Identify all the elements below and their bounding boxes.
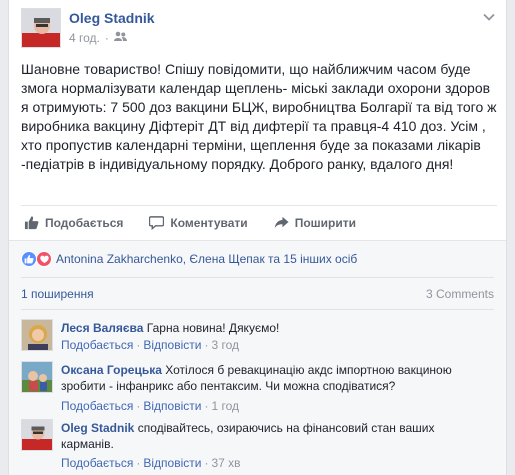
comment-author[interactable]: Леся Валяєва [61,321,143,335]
comment-item: Оксана Горецька Хотілося б ревакцинацію … [21,361,494,417]
shares-count-link[interactable]: 1 поширення [21,287,94,301]
meta-separator: · [136,456,141,470]
comment-button[interactable]: Коментувати [149,215,248,230]
share-button[interactable]: Поширити [274,215,356,230]
reactions-summary[interactable]: Antonina Zakharchenko, Єлена Щепак та 15… [21,246,357,272]
comment-label: Коментувати [170,215,248,230]
comment-like-link[interactable]: Подобається [61,399,133,413]
meta-separator: · [136,338,141,352]
meta-separator: · [204,399,209,413]
reactions-names[interactable]: Antonina Zakharchenko, Єлена Щепак та 15… [56,252,357,266]
meta-separator: · [204,338,209,352]
comment-like-link[interactable]: Подобається [61,456,133,470]
post-timestamp[interactable]: 4 год. [69,31,100,45]
meta-separator: · [204,456,209,470]
post-text: Шановне товариство! Спішу повідомити, що… [21,61,497,172]
comment-meta: Подобається · Відповісти · 1 год [61,399,239,413]
comment-author[interactable]: Оксана Горецька [61,363,162,377]
feedback-section: Antonina Zakharchenko, Єлена Щепак та 15… [9,240,506,475]
comment-reply-link[interactable]: Відповісти [143,456,201,470]
divider [21,309,494,310]
heart-reaction-icon [36,251,52,267]
meta-separator: · [104,31,109,45]
comment-body: Oleg Stadnik сподівайтесь, озираючись на… [61,420,481,452]
commenter-avatar[interactable] [21,361,53,393]
commenter-avatar[interactable] [21,319,53,351]
author-avatar[interactable] [21,8,61,48]
divider [21,277,494,278]
comment-text: Гарна новина! Дякуємо! [146,321,280,335]
comments-count[interactable]: 3 Comments [426,287,494,301]
meta-separator: · [136,399,141,413]
comment-item: Oleg Stadnik сподівайтесь, озираючись на… [21,419,494,475]
like-reaction-icon [21,251,37,267]
post-meta: 4 год. · [69,31,127,45]
like-label: Подобається [45,215,124,230]
post-header: Oleg Stadnik 4 год. · [9,0,506,52]
comment-author[interactable]: Oleg Stadnik [61,421,134,435]
comment-like-link[interactable]: Подобається [61,338,133,352]
comment-timestamp[interactable]: 1 год [211,399,239,413]
thumbs-up-icon [24,216,39,230]
share-arrow-icon [274,216,289,229]
friends-audience-icon[interactable] [113,31,127,45]
post-author-name[interactable]: Oleg Stadnik [69,10,155,26]
comment-timestamp[interactable]: 3 год [211,338,239,352]
comment-reply-link[interactable]: Відповісти [143,399,201,413]
comment-meta: Подобається · Відповісти · 37 хв [61,456,241,470]
comment-meta: Подобається · Відповісти · 3 год [61,338,239,352]
comment-body: Леся Валяєва Гарна новина! Дякуємо! [61,320,481,336]
commenter-avatar[interactable] [21,419,53,451]
chevron-down-icon[interactable] [482,10,496,24]
comment-reply-link[interactable]: Відповісти [143,338,201,352]
speech-bubble-icon [149,216,165,230]
like-button[interactable]: Подобається [24,215,123,230]
share-label: Поширити [294,215,356,230]
comment-item: Леся Валяєва Гарна новина! Дякуємо! Подо… [21,319,494,359]
feed-post: Oleg Stadnik 4 год. · Шановне товариство… [8,0,507,475]
comment-body: Оксана Горецька Хотілося б ревакцинацію … [61,362,481,394]
post-actions-bar: Подобається Коментувати Поширити [21,205,497,239]
comment-timestamp[interactable]: 37 хв [211,456,240,470]
